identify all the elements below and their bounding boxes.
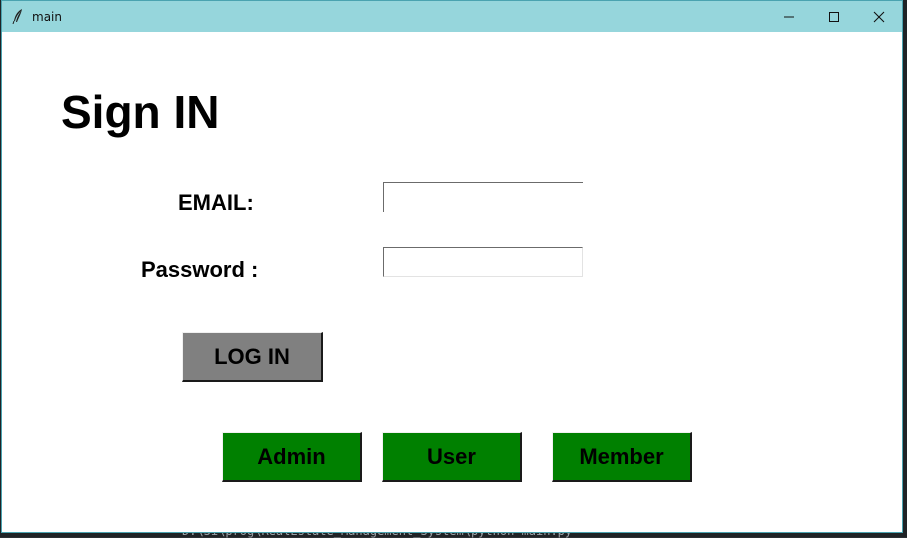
password-label: Password : xyxy=(141,257,259,282)
login-button[interactable]: LOG IN xyxy=(182,332,323,382)
minimize-button[interactable] xyxy=(766,1,812,32)
title-bar[interactable]: main xyxy=(2,1,902,32)
feather-icon xyxy=(12,9,22,24)
email-label: EMAIL: xyxy=(178,190,254,215)
minimize-icon xyxy=(784,16,794,17)
page-title: Sign IN xyxy=(61,86,220,138)
email-field[interactable] xyxy=(383,182,583,212)
maximize-icon xyxy=(829,11,839,22)
window-title: main xyxy=(32,10,62,24)
user-button[interactable]: User xyxy=(382,432,522,482)
maximize-button[interactable] xyxy=(811,1,857,32)
member-button[interactable]: Member xyxy=(552,432,692,482)
password-field[interactable] xyxy=(383,247,583,277)
close-icon xyxy=(873,11,885,22)
admin-button[interactable]: Admin xyxy=(222,432,362,482)
close-button[interactable] xyxy=(856,1,902,32)
app-window: main Sign IN EMAIL: Password : LOG IN Ad… xyxy=(1,0,903,533)
